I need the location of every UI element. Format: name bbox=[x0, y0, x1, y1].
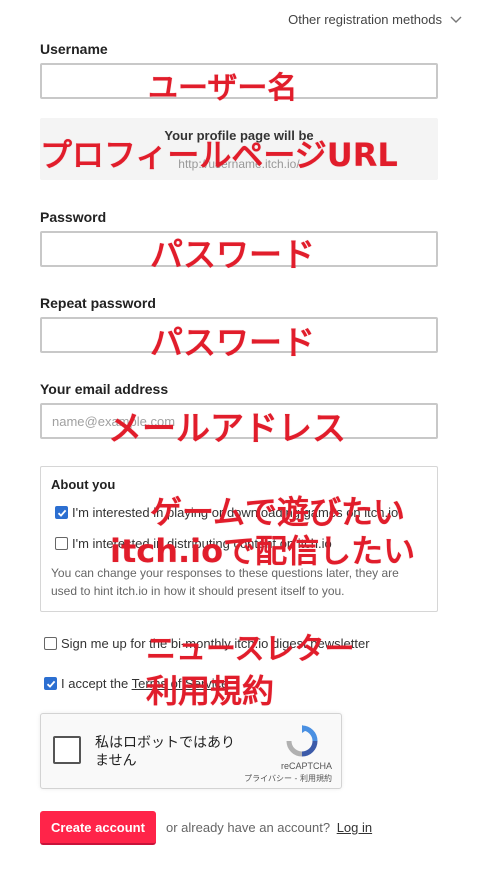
recaptcha-logo-icon bbox=[286, 725, 318, 757]
newsletter-label: Sign me up for the bi-monthly itch.io di… bbox=[61, 636, 370, 651]
interest-play-label: I'm interested in playing or downloading… bbox=[72, 505, 399, 520]
profile-preview-title: Your profile page will be bbox=[164, 128, 314, 143]
repeat-password-label: Repeat password bbox=[40, 295, 156, 311]
terms-row[interactable]: I accept the Terms of Service bbox=[44, 676, 228, 691]
chevron-down-icon bbox=[450, 16, 462, 23]
password-input[interactable] bbox=[42, 233, 436, 265]
terms-prefix: I accept the bbox=[61, 676, 132, 691]
terms-checkbox[interactable] bbox=[44, 677, 57, 690]
username-label: Username bbox=[40, 41, 108, 57]
check-icon bbox=[46, 680, 55, 688]
repeat-password-input-wrapper bbox=[40, 317, 438, 353]
recaptcha-brand: reCAPTCHA bbox=[280, 761, 332, 771]
recaptcha-text-line1: 私はロボットではあり bbox=[95, 735, 235, 751]
recaptcha-links: プライバシー - 利用規約 bbox=[41, 773, 332, 784]
interest-distribute-label: I'm interested in distributing content o… bbox=[72, 536, 332, 551]
other-registration-methods[interactable]: Other registration methods bbox=[288, 12, 462, 27]
newsletter-checkbox[interactable] bbox=[44, 637, 57, 650]
profile-preview-url: http://username.itch.io/ bbox=[178, 157, 300, 171]
recaptcha-terms-link[interactable]: 利用規約 bbox=[300, 774, 332, 783]
recaptcha-checkbox[interactable] bbox=[53, 736, 81, 764]
create-account-button[interactable]: Create account bbox=[40, 811, 156, 845]
repeat-password-input[interactable] bbox=[42, 319, 436, 351]
newsletter-row[interactable]: Sign me up for the bi-monthly itch.io di… bbox=[44, 636, 370, 651]
email-label: Your email address bbox=[40, 381, 169, 397]
username-input[interactable] bbox=[42, 65, 436, 97]
password-input-wrapper bbox=[40, 231, 438, 267]
about-you-hint: You can change your responses to these q… bbox=[51, 566, 399, 598]
check-icon bbox=[57, 509, 66, 517]
terms-label: I accept the Terms of Service bbox=[61, 676, 228, 691]
interest-distribute-row[interactable]: I'm interested in distributing content o… bbox=[55, 536, 332, 551]
terms-of-service-link[interactable]: Terms of Service bbox=[132, 676, 229, 691]
login-prompt-text: or already have an account? bbox=[166, 820, 331, 835]
interest-play-row[interactable]: I'm interested in playing or downloading… bbox=[55, 505, 398, 520]
other-registration-methods-label: Other registration methods bbox=[288, 12, 442, 27]
recaptcha-privacy-link[interactable]: プライバシー bbox=[244, 774, 292, 783]
recaptcha-separator: - bbox=[292, 774, 300, 783]
login-link[interactable]: Log in bbox=[337, 820, 372, 835]
login-prompt: or already have an account? Log in bbox=[166, 820, 372, 835]
interest-distribute-checkbox[interactable] bbox=[55, 537, 68, 550]
email-input-wrapper bbox=[40, 403, 438, 439]
username-input-wrapper bbox=[40, 63, 438, 99]
interest-play-checkbox[interactable] bbox=[55, 506, 68, 519]
email-input[interactable] bbox=[42, 405, 436, 437]
recaptcha-widget: 私はロボットではあり ません reCAPTCHA プライバシー - 利用規約 bbox=[40, 713, 342, 789]
about-you-title: About you bbox=[51, 477, 116, 492]
password-label: Password bbox=[40, 209, 107, 225]
